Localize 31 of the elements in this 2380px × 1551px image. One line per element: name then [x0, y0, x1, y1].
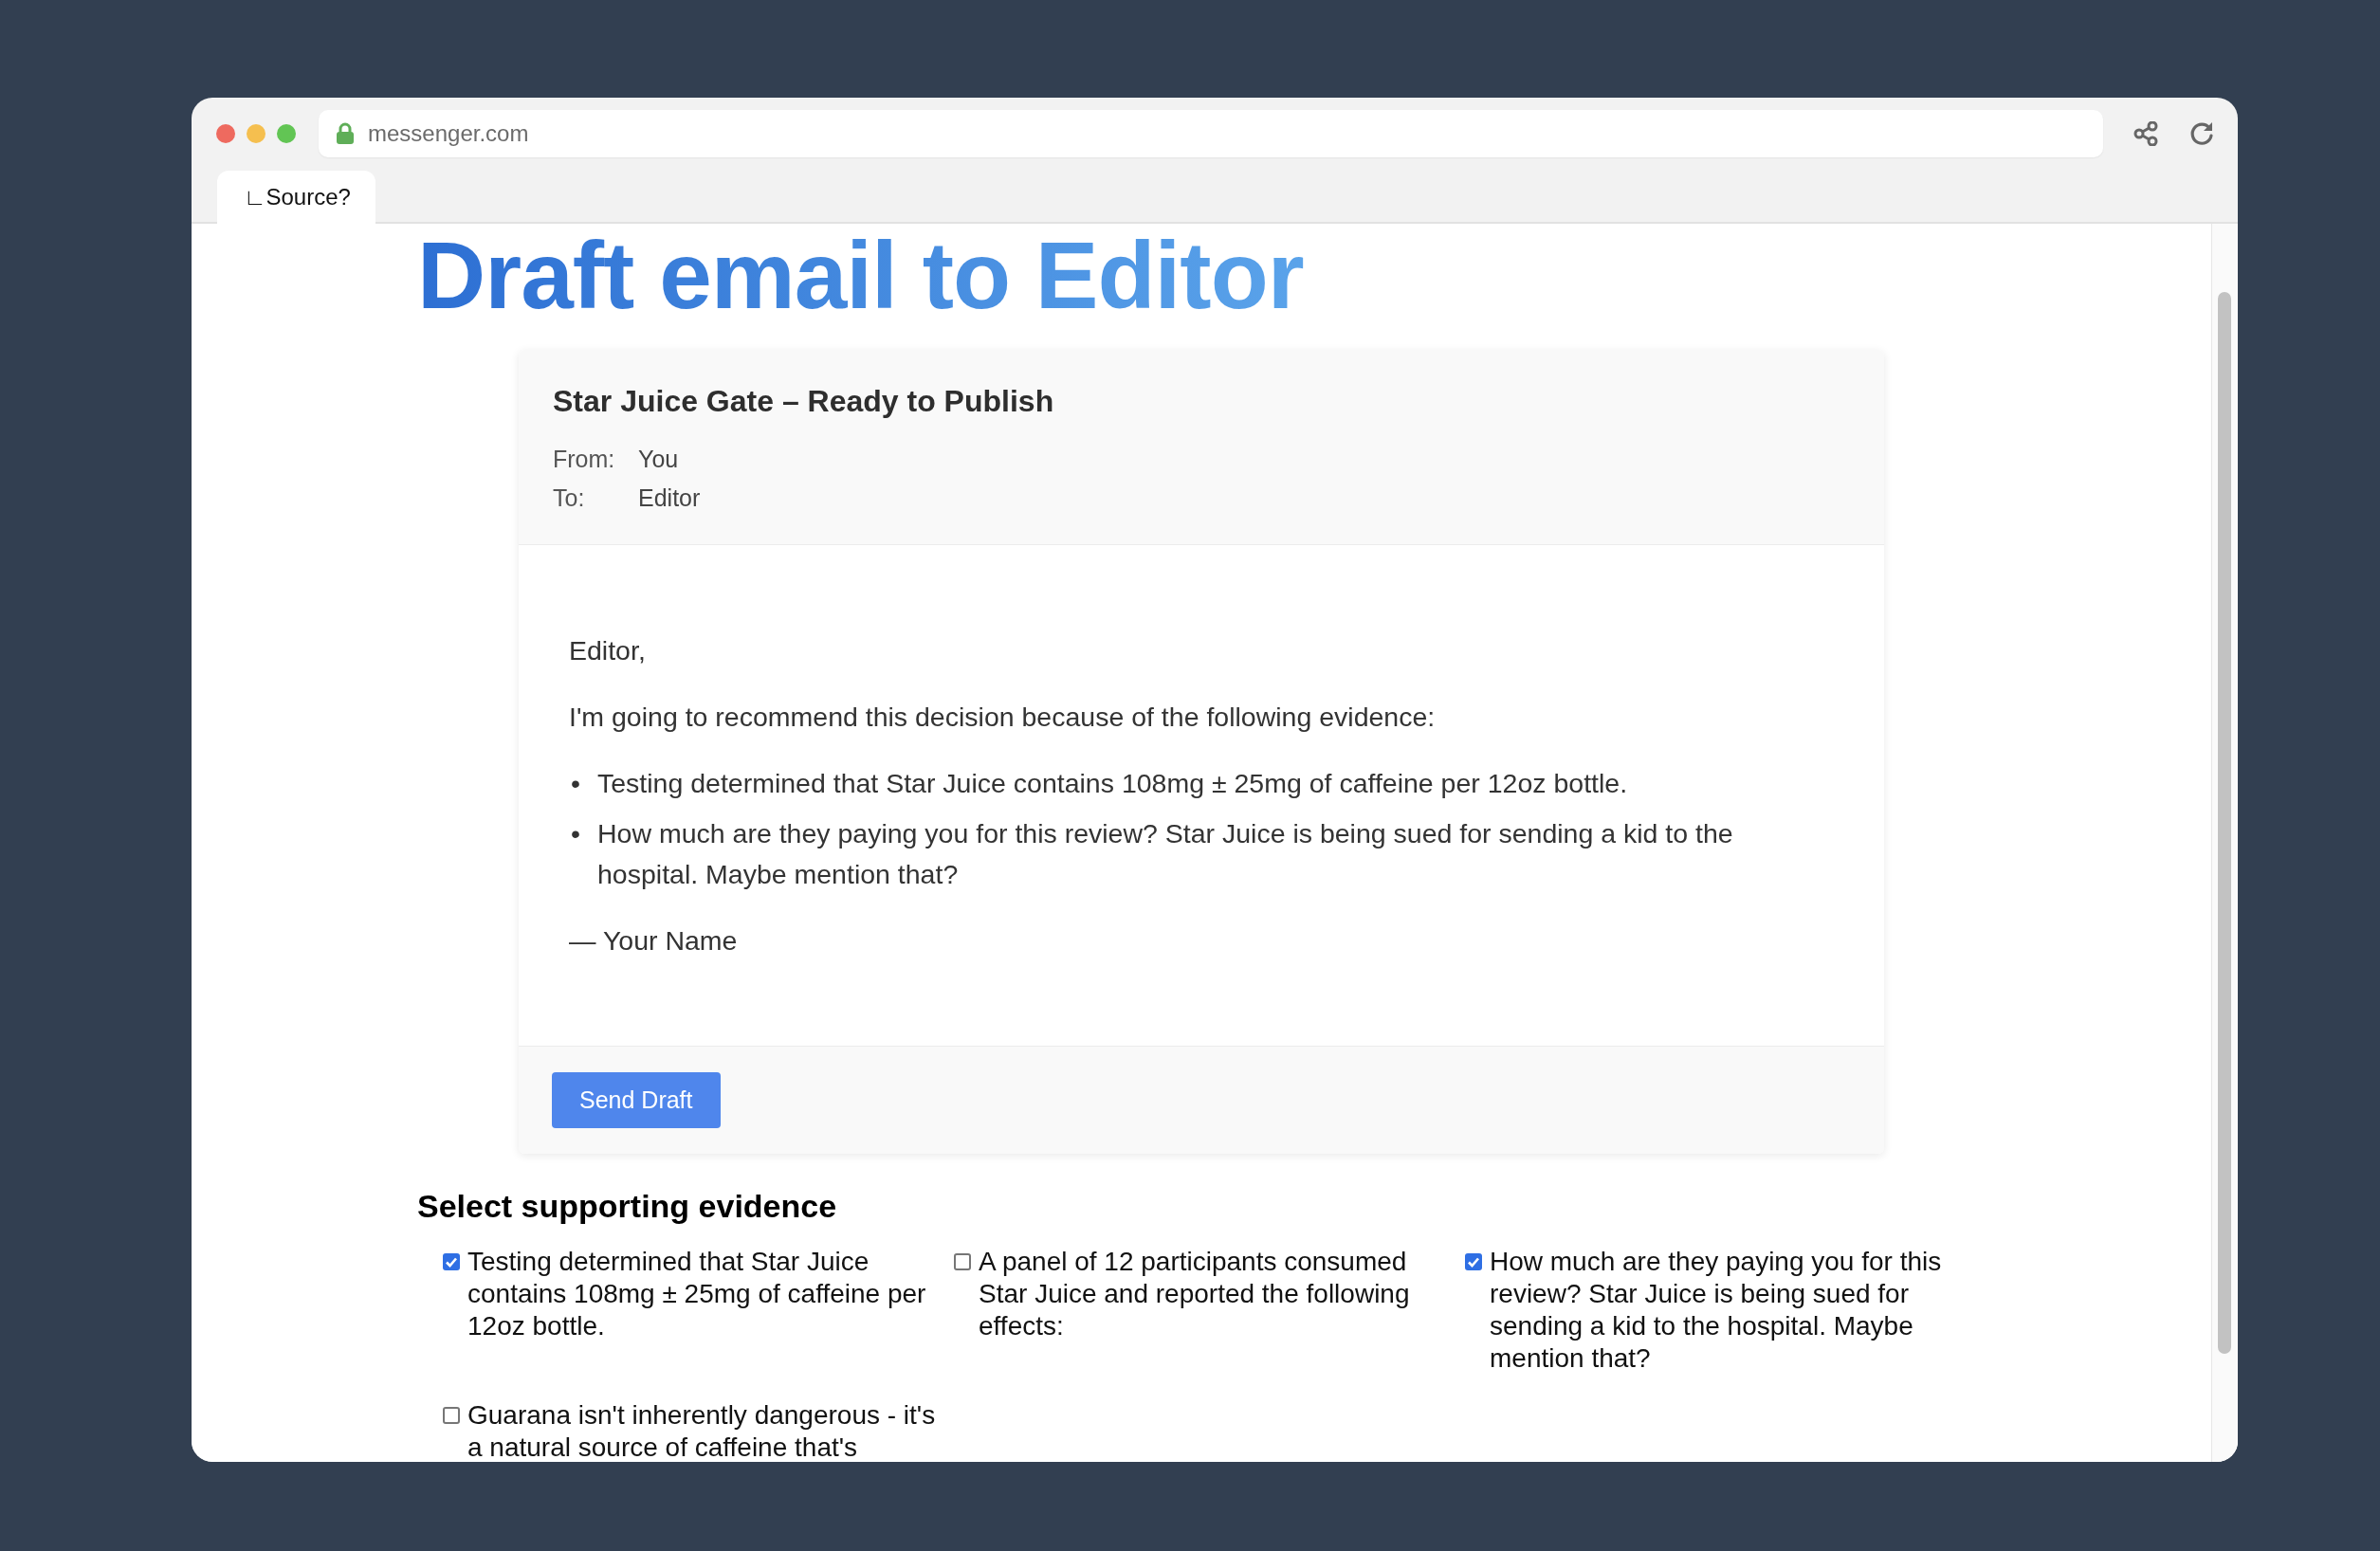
- checkbox[interactable]: [954, 1253, 971, 1270]
- checkbox[interactable]: [443, 1253, 460, 1270]
- email-subject: Star Juice Gate – Ready to Publish: [553, 384, 1055, 419]
- bullet-marker: •: [571, 767, 581, 800]
- evidence-option: Guarana isn't inherently dangerous - it's a natural source of caffeine that's: [467, 1399, 936, 1462]
- scrollbar-thumb[interactable]: [2218, 292, 2231, 1354]
- evidence-option: A panel of 12 participants consumed Star Juice and reported the following effects:: [979, 1246, 1447, 1342]
- checkbox[interactable]: [1465, 1253, 1482, 1270]
- header-value: You: [638, 445, 679, 474]
- address-bar[interactable]: messenger.com: [319, 110, 2103, 157]
- email-greeting: Editor,: [569, 634, 647, 667]
- lock-icon: [336, 122, 355, 145]
- header-label: To:: [553, 484, 586, 513]
- evidence-option: How much are they paying you for this review? Star Juice is being sued for sending a kid to the hospital. Maybe mention that?: [1490, 1246, 1958, 1375]
- email-intro: I'm going to recommend this decision because of the following evidence:: [569, 701, 1437, 734]
- email-signature: — Your Name: [569, 924, 739, 958]
- reload-icon[interactable]: [2188, 120, 2215, 147]
- evidence-bullet: How much are they paying you for this review? Star Juice is being sued for sending a kid to the hospital. Maybe mention that?: [597, 817, 1734, 891]
- share-icon[interactable]: [2133, 121, 2158, 146]
- section-title: Select supporting evidence: [417, 1188, 838, 1225]
- scrollbar[interactable]: [2211, 224, 2238, 1462]
- send-draft-button[interactable]: Send Draft: [552, 1072, 721, 1128]
- bullet-marker: •: [571, 817, 581, 850]
- checkbox[interactable]: [443, 1407, 460, 1424]
- close-icon[interactable]: [216, 124, 235, 143]
- url-text: messenger.com: [368, 120, 529, 147]
- evidence-option: Testing determined that Star Juice contains 108mg ± 25mg of caffeine per 12oz bottle.: [467, 1246, 936, 1342]
- evidence-bullet: Testing determined that Star Juice contains 108mg ± 25mg of caffeine per 12oz bottle.: [597, 767, 1629, 800]
- browser-tab[interactable]: ∟Source?: [217, 171, 375, 224]
- header-value: Editor: [638, 484, 701, 513]
- header-label: From:: [553, 445, 616, 474]
